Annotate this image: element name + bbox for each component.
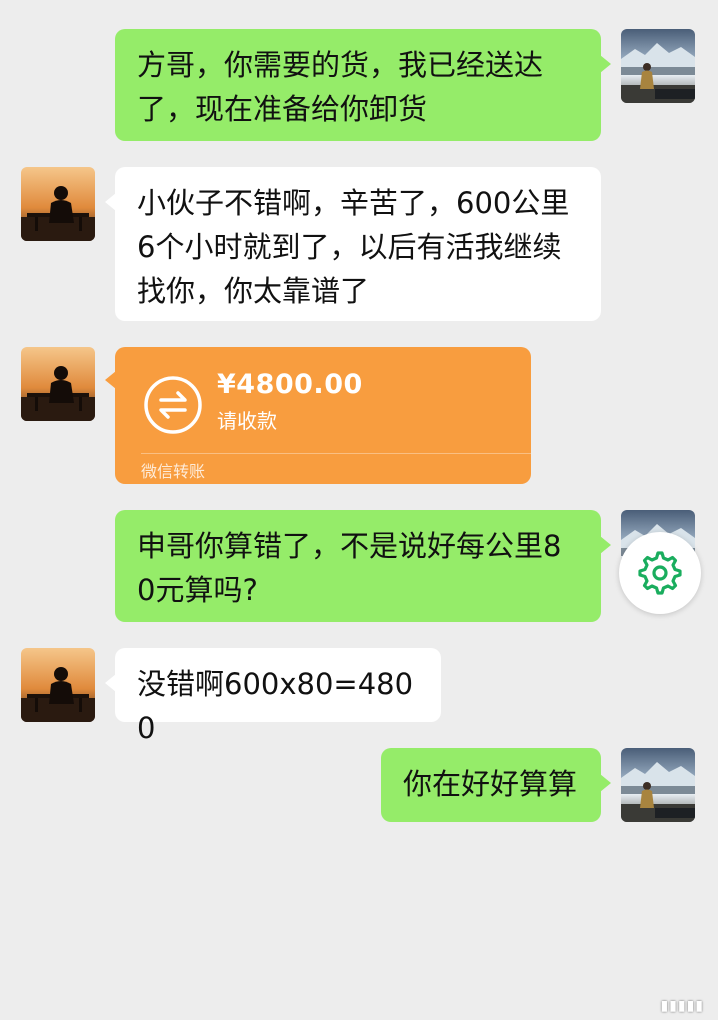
avatar-self[interactable] [621, 29, 695, 103]
avatar-self[interactable] [621, 748, 695, 822]
gear-icon [638, 551, 682, 595]
floating-settings-button[interactable] [619, 532, 701, 614]
transfer-amount: ¥4800.00 [217, 369, 363, 400]
watermark: ▮▮▮▮▮ [660, 998, 704, 1014]
transfer-card[interactable]: ¥4800.00 请收款 微信转账 [105, 347, 531, 484]
transfer-source-label: 微信转账 [141, 462, 206, 481]
avatar-contact[interactable] [21, 648, 95, 722]
transfer-arrows-icon [144, 376, 202, 434]
transfer-status: 请收款 [217, 409, 277, 433]
avatar-contact[interactable] [21, 347, 95, 421]
message-bubble-self[interactable]: 申哥你算错了，不是说好每公里8 0元算吗? [115, 510, 611, 622]
message-bubble-self[interactable]: 你在好好算算 [381, 748, 611, 822]
transfer-divider [141, 453, 531, 454]
message-bubble-contact[interactable]: 小伙子不错啊，辛苦了，600公里 6个小时就到了，以后有活我继续 找你，你太靠谱… [105, 167, 601, 321]
message-bubble-self[interactable]: 方哥，你需要的货，我已经送达 了，现在准备给你卸货 [115, 29, 611, 141]
message-bubble-contact[interactable]: 没错啊600x80=4800 [105, 648, 441, 745]
avatar-contact[interactable] [21, 167, 95, 241]
